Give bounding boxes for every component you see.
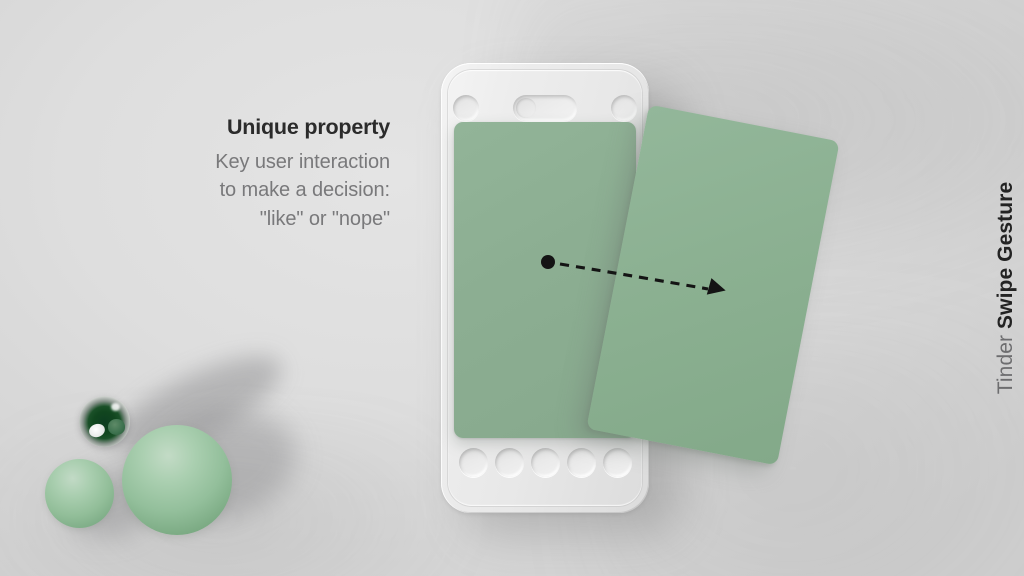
caption-title: Unique property: [226, 115, 390, 139]
caption-block: Unique property Key user interaction to …: [110, 112, 390, 234]
caption-line-3: "like" or "nope": [259, 207, 390, 230]
caption-line-2: to make a decision:: [219, 179, 391, 202]
phone-top-hardware-row: [441, 91, 649, 125]
phone-key-1[interactable]: [458, 448, 488, 477]
earpiece-speaker-icon: [513, 95, 577, 121]
caption-line-1: Key user interaction: [215, 150, 390, 173]
phone-key-2[interactable]: [494, 448, 524, 477]
vertical-title-emphasis: Swipe Gesture: [994, 181, 1017, 329]
front-camera-icon: [453, 95, 479, 121]
phone-bottom-button-row: [441, 448, 649, 477]
sphere-chrome-reflective: [79, 396, 130, 447]
phone-key-3[interactable]: [530, 448, 560, 477]
chrome-reflection-highlight: [87, 421, 108, 440]
proximity-sensor-icon: [611, 95, 637, 121]
sphere-large-matte-green: [122, 425, 232, 535]
scene-canvas: Unique property Key user interaction to …: [0, 0, 1024, 576]
phone-key-5[interactable]: [602, 448, 632, 477]
phone-key-4[interactable]: [566, 448, 596, 477]
chrome-reflection-green: [107, 419, 125, 435]
sphere-small-matte-green: [45, 459, 114, 528]
vertical-title: Tinder Swipe Gesture: [994, 182, 1018, 394]
chrome-specular-highlight: [110, 403, 120, 412]
vertical-title-brand: Tinder: [994, 334, 1017, 395]
